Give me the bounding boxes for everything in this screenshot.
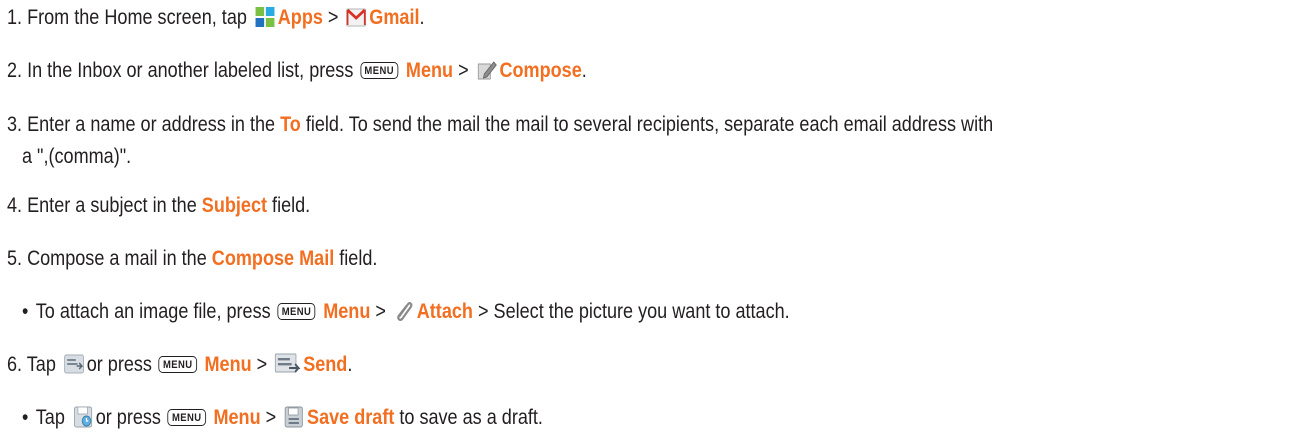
save-draft-icon — [284, 405, 305, 429]
bullet: • — [22, 406, 29, 429]
period: . — [419, 6, 425, 29]
separator: > — [458, 59, 469, 82]
compose-keyword: Compose — [499, 59, 582, 82]
save-draft-bullet: • Tap or press MENU Menu > Save draft to … — [22, 403, 543, 433]
separator: > — [327, 6, 339, 29]
step-3: 3. Enter a name or address in the To fie… — [7, 110, 993, 140]
step-text: > Select the picture you want to attach. — [477, 300, 790, 323]
paperclip-icon — [394, 299, 415, 323]
attach-keyword: Attach — [416, 300, 473, 323]
step-6: 6. Tap or press MENU Menu > Send. — [7, 350, 352, 380]
to-keyword: To — [280, 113, 301, 136]
send-icon — [63, 352, 84, 376]
step-text: Enter a name or address in the — [27, 113, 276, 136]
instruction-list: 1. From the Home screen, tap Apps > Gmai… — [0, 0, 1309, 441]
menu-keyword: Menu — [405, 59, 454, 82]
step-text: Tap — [35, 406, 65, 429]
step-text: or press — [86, 353, 152, 376]
step-1: 1. From the Home screen, tap Apps > Gmai… — [7, 3, 425, 33]
gmail-envelope-icon — [346, 5, 367, 29]
bullet: • — [22, 300, 29, 323]
separator: > — [375, 300, 386, 323]
step-number: 1. — [7, 6, 23, 29]
menu-keyword: Menu — [204, 353, 252, 376]
menu-key-icon: MENU — [360, 62, 399, 79]
step-text: field. — [272, 194, 311, 217]
step-text: Enter a subject in the — [27, 194, 197, 217]
step-3-continued: a ",(comma)". — [22, 142, 131, 172]
step-number: 6. — [7, 353, 23, 376]
menu-keyword: Menu — [323, 300, 371, 323]
step-text: field. — [339, 247, 378, 270]
step-text: to save as a draft. — [399, 406, 543, 429]
step-text: a ",(comma)". — [22, 145, 132, 168]
step-number: 4. — [7, 194, 23, 217]
separator: > — [265, 406, 277, 429]
attach-bullet: • To attach an image file, press MENU Men… — [22, 297, 790, 327]
menu-key-icon: MENU — [277, 303, 316, 320]
step-text: In the Inbox or another labeled list, pr… — [27, 59, 354, 82]
step-2: 2. In the Inbox or another labeled list,… — [7, 56, 587, 86]
menu-key-icon: MENU — [167, 409, 206, 426]
step-text: field. To send the mail the mail to seve… — [305, 113, 994, 136]
gmail-keyword: Gmail — [369, 6, 420, 29]
step-text: Tap — [26, 353, 56, 376]
step-5: 5. Compose a mail in the Compose Mail fi… — [7, 244, 377, 274]
period: . — [347, 353, 353, 376]
step-number: 3. — [7, 113, 23, 136]
step-text: or press — [95, 406, 161, 429]
compose-mail-keyword: Compose Mail — [211, 247, 335, 270]
apps-grid-icon — [255, 5, 276, 29]
save-draft-keyword: Save draft — [307, 406, 395, 429]
menu-keyword: Menu — [213, 406, 261, 429]
step-text: Compose a mail in the — [27, 247, 207, 270]
compose-pencil-icon — [476, 58, 497, 82]
step-4: 4. Enter a subject in the Subject field. — [7, 191, 310, 221]
send-keyword: Send — [303, 353, 348, 376]
send-icon — [275, 352, 301, 376]
subject-keyword: Subject — [201, 194, 268, 217]
step-number: 2. — [7, 59, 23, 82]
period: . — [581, 59, 587, 82]
apps-keyword: Apps — [277, 6, 323, 29]
step-text: From the Home screen, tap — [27, 6, 247, 29]
step-text: To attach an image file, press — [35, 300, 271, 323]
save-draft-icon — [72, 405, 93, 429]
separator: > — [256, 353, 268, 376]
step-number: 5. — [7, 247, 23, 270]
menu-key-icon: MENU — [158, 356, 197, 373]
